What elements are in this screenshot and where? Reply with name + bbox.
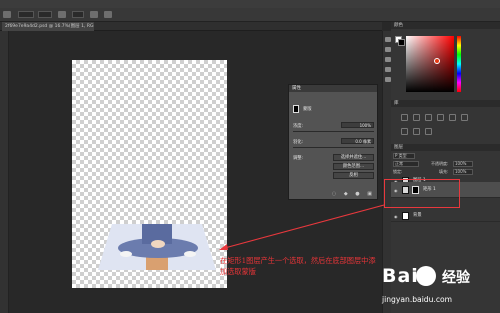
blend-mode-select[interactable]: 正常 bbox=[393, 161, 419, 167]
properties-panel-title[interactable]: 属性 bbox=[289, 85, 377, 92]
options-bar bbox=[0, 8, 500, 22]
watermark-url: jingyan.baidu.com bbox=[382, 295, 453, 304]
layer-opacity-field[interactable]: 100% bbox=[453, 161, 473, 167]
watermark-brand-cn: 经验 bbox=[442, 270, 470, 286]
select-and-mask-button[interactable]: 选择并遮住... bbox=[333, 154, 374, 161]
library-item-icon[interactable] bbox=[425, 128, 432, 135]
photo-right-shoe bbox=[184, 251, 196, 257]
density-slider[interactable] bbox=[293, 131, 374, 132]
annotation-text: 在矩形1图层产生一个选取，然后在底部图层中添加选取蒙版 bbox=[220, 256, 376, 276]
opacity-field[interactable] bbox=[38, 11, 52, 18]
layers-panel-title[interactable]: 图层 bbox=[391, 144, 500, 151]
invert-button[interactable]: 反相 bbox=[333, 172, 374, 179]
library-item-icon[interactable] bbox=[461, 114, 468, 121]
library-item-icon[interactable] bbox=[413, 114, 420, 121]
airbrush-icon[interactable] bbox=[58, 11, 66, 18]
library-item-icon[interactable] bbox=[401, 114, 408, 121]
photoshop-window: 2f69e7e9a4d2.psd @ 16.7%(图层 1, RGB/8) 属性… bbox=[0, 0, 500, 313]
background-color-swatch[interactable] bbox=[398, 39, 405, 46]
layer-filter-row: P 类型 bbox=[393, 153, 498, 159]
watermark-brand: Bai bbox=[382, 265, 419, 287]
feather-slider[interactable] bbox=[293, 147, 374, 148]
blend-row: 正常 不透明度: 100% bbox=[393, 161, 498, 167]
highlight-box bbox=[384, 179, 460, 208]
color-picker-field[interactable] bbox=[406, 36, 454, 92]
kind-filter-select[interactable]: P 类型 bbox=[393, 153, 415, 159]
layer-thumbnail bbox=[402, 212, 409, 220]
color-panel-title[interactable]: 颜色 bbox=[391, 22, 500, 29]
library-item-icon[interactable] bbox=[401, 128, 408, 135]
adjust-label: 调整: bbox=[293, 156, 304, 161]
feather-field[interactable]: 0.0 像素 bbox=[341, 138, 374, 144]
library-item-icon[interactable] bbox=[413, 128, 420, 135]
pressure-icon[interactable] bbox=[90, 11, 98, 18]
flow-field[interactable] bbox=[72, 11, 84, 18]
menu-bar[interactable] bbox=[0, 0, 500, 8]
layer-row[interactable]: ◉ 背景 bbox=[391, 210, 500, 222]
density-label: 浓度: bbox=[293, 124, 304, 129]
smoothing-icon[interactable] bbox=[104, 11, 112, 18]
feather-label: 羽化: bbox=[293, 140, 304, 145]
photo-hands bbox=[151, 240, 165, 248]
properties-panel[interactable]: 属性 蒙版 浓度: 100% 羽化: 0.0 像素 调整: 选择并遮住... 颜… bbox=[288, 84, 378, 200]
photo-left-shoe bbox=[120, 251, 132, 257]
color-range-button[interactable]: 颜色范围... bbox=[333, 163, 374, 170]
layer-name: 背景 bbox=[413, 213, 422, 218]
properties-footer-icons[interactable]: ◌ ◆ ● ▣ bbox=[332, 191, 375, 197]
visibility-eye-icon[interactable]: ◉ bbox=[394, 214, 398, 219]
hue-slider[interactable] bbox=[457, 36, 461, 92]
document-tab[interactable]: 2f69e7e9a4d2.psd @ 16.7%(图层 1, RGB/8) bbox=[2, 22, 94, 31]
color-picker-handle[interactable] bbox=[434, 58, 440, 64]
opacity-label: 不透明度: bbox=[431, 161, 449, 166]
library-item-icon[interactable] bbox=[425, 114, 432, 121]
library-item-icon[interactable] bbox=[449, 114, 456, 121]
mask-thumbnail-icon bbox=[293, 105, 299, 113]
properties-section-label: 蒙版 bbox=[303, 107, 312, 112]
library-item-icon[interactable] bbox=[437, 114, 444, 121]
libraries-panel-title[interactable]: 库 bbox=[391, 100, 500, 107]
arrow-line bbox=[220, 204, 385, 250]
libraries-content bbox=[395, 108, 495, 140]
photo-layer-image bbox=[98, 224, 216, 270]
density-field[interactable]: 100% bbox=[341, 122, 374, 128]
tool-preset-icon[interactable] bbox=[3, 11, 11, 18]
baidu-watermark: Bai 经验 jingyan.baidu.com bbox=[382, 265, 497, 309]
mode-select[interactable] bbox=[18, 11, 34, 18]
document-tab-bar: 2f69e7e9a4d2.psd @ 16.7%(图层 1, RGB/8) bbox=[0, 22, 382, 31]
toolbox[interactable] bbox=[0, 31, 9, 313]
baidu-paw-icon bbox=[416, 266, 436, 286]
